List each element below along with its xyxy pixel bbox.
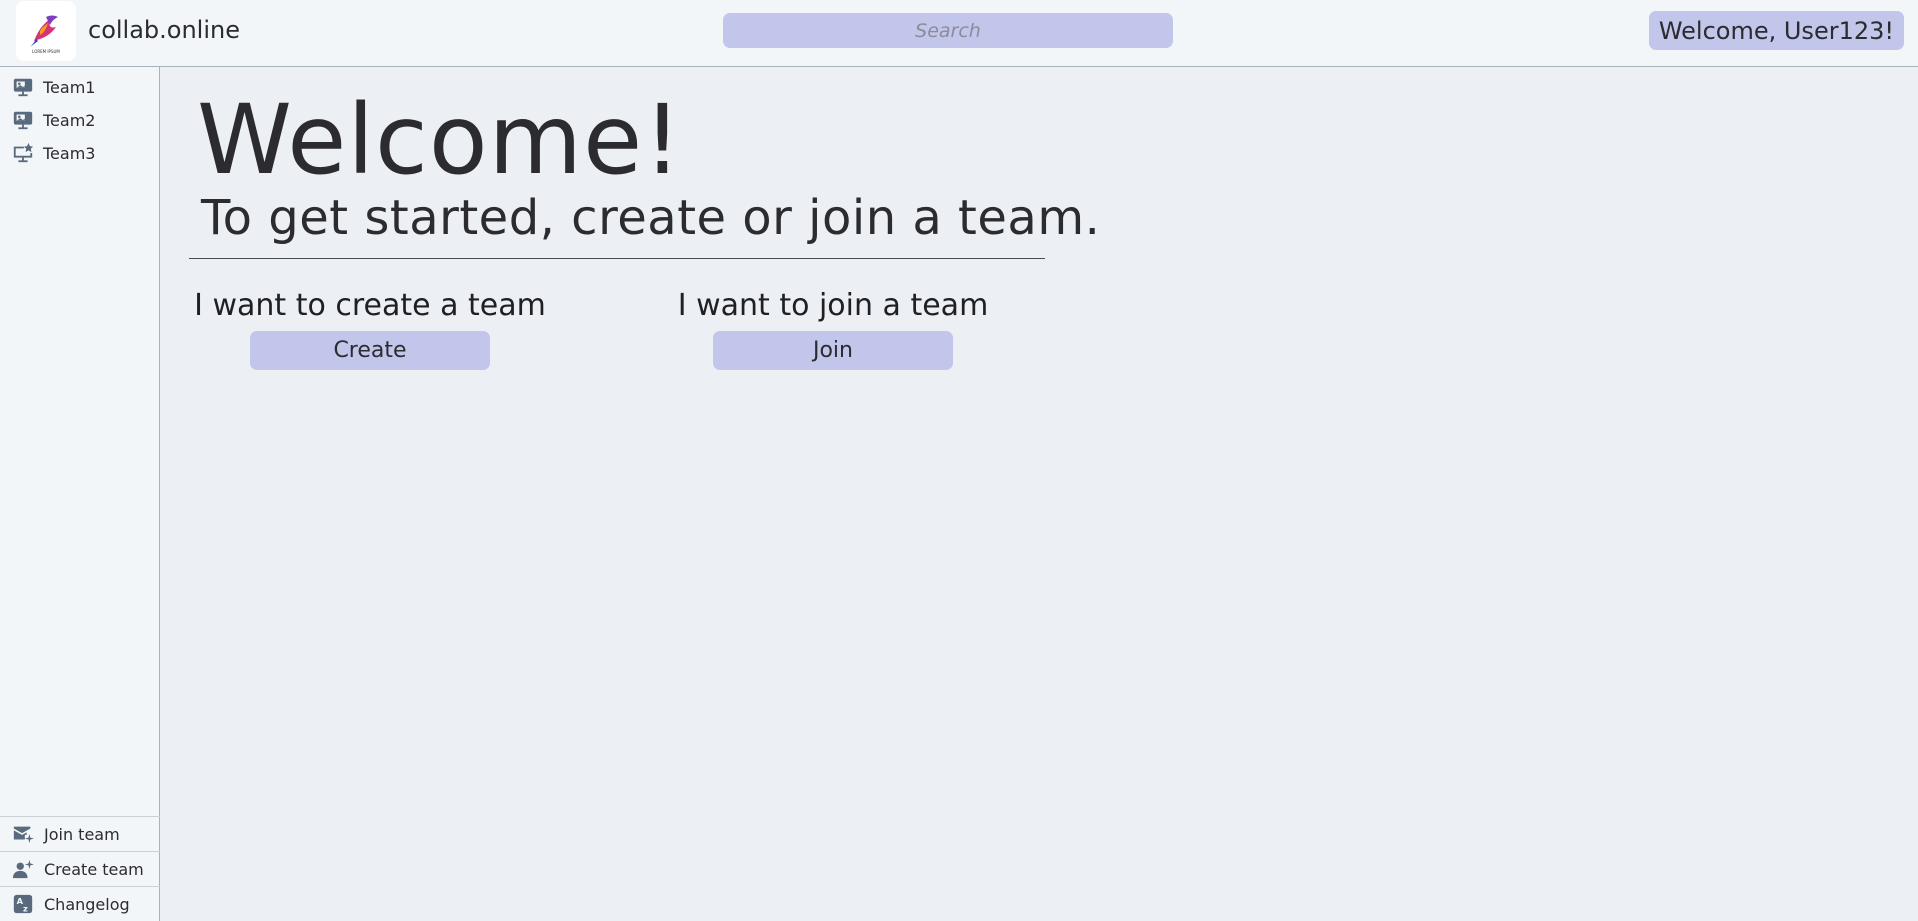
app-logo[interactable]: LOREM IPSUM — [16, 1, 76, 61]
sidebar-bottom-nav: Join team Create team A z Changelog — [0, 816, 160, 921]
join-team-link[interactable]: Join team — [0, 816, 160, 851]
team-label: Team1 — [43, 77, 96, 97]
top-bar: LOREM IPSUM collab.online Welcome, User1… — [0, 0, 1918, 67]
presentation-screen-icon — [13, 78, 33, 97]
team-label: Team3 — [43, 143, 96, 163]
changelog-az-icon: A z — [13, 894, 33, 913]
page-subtitle: To get started, create or join a team. — [201, 190, 1101, 246]
team-label: Team2 — [43, 110, 96, 130]
sidebar-item-team2[interactable]: Team2 — [12, 105, 152, 135]
join-team-prompt: I want to join a team — [677, 288, 989, 323]
main-content: Welcome! To get started, create or join … — [161, 68, 1918, 921]
sidebar: Team1 Team2 Team3 Join team Create team … — [0, 67, 160, 921]
app-name: collab.online — [88, 16, 240, 44]
svg-text:z: z — [23, 903, 28, 913]
create-team-section: I want to create a team Create — [190, 288, 550, 370]
join-button[interactable]: Join — [713, 331, 953, 370]
sidebar-item-team1[interactable]: Team1 — [12, 72, 152, 102]
join-team-section: I want to join a team Join — [653, 288, 1013, 370]
create-team-link[interactable]: Create team — [0, 851, 160, 886]
page-title: Welcome! — [197, 84, 683, 196]
svg-text:LOREM IPSUM: LOREM IPSUM — [32, 49, 60, 54]
changelog-link[interactable]: A z Changelog — [0, 886, 160, 921]
create-team-icon — [12, 859, 34, 879]
bird-logo-icon: LOREM IPSUM — [30, 15, 60, 54]
presentation-screen-icon — [13, 111, 33, 130]
join-envelope-icon — [13, 826, 34, 844]
divider — [189, 258, 1045, 259]
create-button[interactable]: Create — [250, 331, 490, 370]
changelog-label: Changelog — [44, 894, 130, 914]
user-welcome-badge[interactable]: Welcome, User123! — [1648, 11, 1904, 50]
sidebar-item-team3[interactable]: Team3 — [12, 138, 152, 168]
starred-monitor-icon — [13, 142, 34, 163]
create-team-label: Create team — [44, 859, 144, 879]
create-team-prompt: I want to create a team — [194, 288, 546, 323]
search-input[interactable] — [723, 13, 1173, 48]
join-team-label: Join team — [44, 824, 120, 844]
